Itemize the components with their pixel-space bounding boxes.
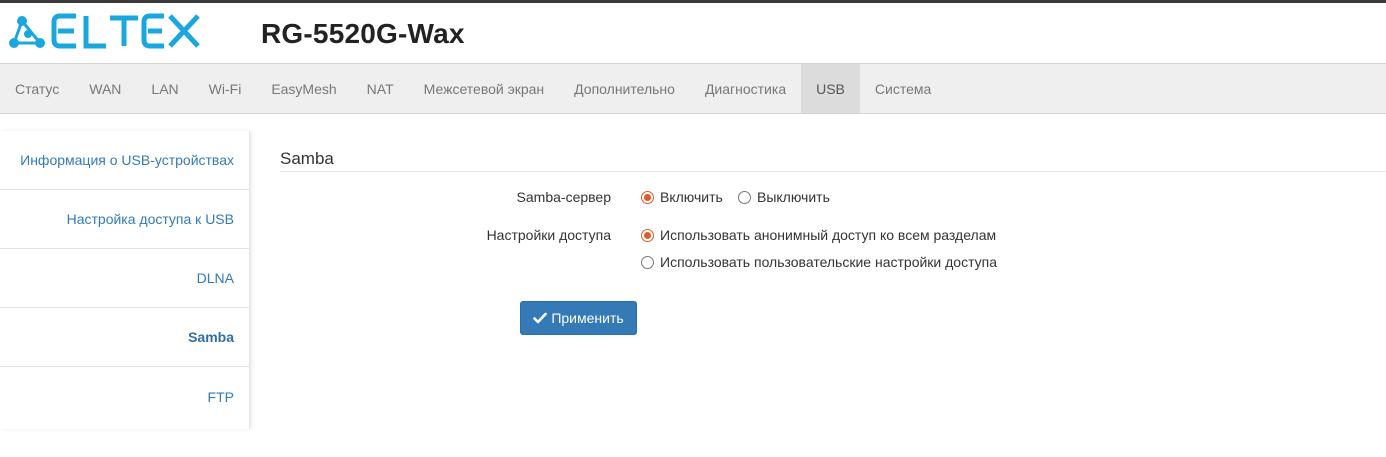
checkmark-icon: [533, 312, 548, 324]
nav-tab-lan[interactable]: LAN: [136, 64, 193, 113]
samba-enable-radio[interactable]: [641, 190, 654, 204]
nav-tab-nat[interactable]: NAT: [352, 64, 409, 113]
access-anonymous-option[interactable]: Использовать анонимный доступ ко всем ра…: [641, 227, 996, 243]
samba-enable-option[interactable]: Включить: [641, 189, 723, 205]
apply-button[interactable]: Применить: [520, 301, 637, 335]
section-title: Samba: [280, 149, 334, 168]
eltex-logo: [6, 12, 206, 56]
nav-tab-firewall[interactable]: Межсетевой экран: [409, 64, 560, 113]
nav-tab-advanced[interactable]: Дополнительно: [559, 64, 690, 113]
nav-tab-system[interactable]: Система: [860, 64, 946, 113]
access-anonymous-label: Использовать анонимный доступ ко всем ра…: [660, 227, 997, 243]
nav-tab-easymesh[interactable]: EasyMesh: [256, 64, 351, 113]
samba-server-label: Samba-сервер: [516, 189, 611, 205]
section-divider: [280, 171, 1386, 172]
access-settings-label: Настройки доступа: [486, 227, 611, 243]
access-custom-option[interactable]: Использовать пользовательские настройки …: [641, 254, 997, 270]
access-custom-radio[interactable]: [641, 255, 654, 269]
sidebar-item-usb-info[interactable]: Информация о USB-устройствах: [0, 131, 249, 190]
samba-disable-radio[interactable]: [738, 190, 751, 204]
access-custom-label: Использовать пользовательские настройки …: [660, 254, 998, 270]
nav-tab-wifi[interactable]: Wi-Fi: [194, 64, 257, 113]
samba-disable-option[interactable]: Выключить: [738, 189, 830, 205]
sidebar-item-usb-access[interactable]: Настройка доступа к USB: [0, 190, 249, 249]
usb-sidebar: Информация о USB-устройствах Настройка д…: [0, 131, 250, 429]
sidebar-item-samba[interactable]: Samba: [0, 308, 249, 367]
nav-tab-wan[interactable]: WAN: [74, 64, 136, 113]
device-model-title: RG-5520G-Wax: [261, 18, 465, 49]
apply-button-label: Применить: [551, 310, 624, 326]
nav-tab-usb[interactable]: USB: [801, 64, 860, 113]
sidebar-item-ftp[interactable]: FTP: [0, 367, 249, 426]
access-anonymous-radio[interactable]: [641, 228, 654, 242]
sidebar-item-dlna[interactable]: DLNA: [0, 249, 249, 308]
nav-tab-diagnostics[interactable]: Диагностика: [690, 64, 801, 113]
nav-tab-status[interactable]: Статус: [0, 64, 74, 113]
samba-disable-label: Выключить: [757, 189, 830, 205]
top-border: [0, 0, 1386, 3]
main-nav: Статус WAN LAN Wi-Fi EasyMesh NAT Межсет…: [0, 63, 1386, 114]
samba-enable-label: Включить: [660, 189, 723, 205]
